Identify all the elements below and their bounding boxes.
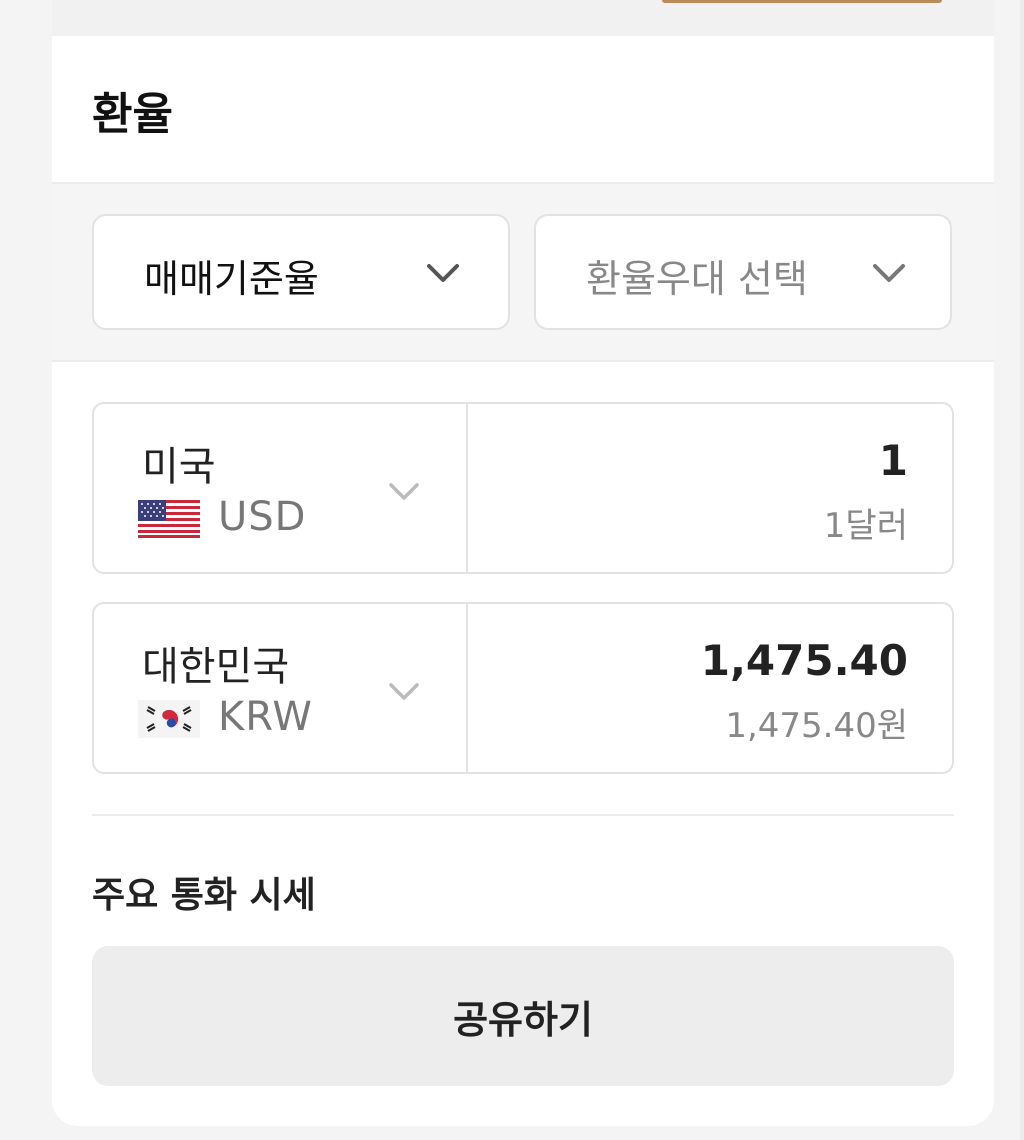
currency-select-from[interactable]: 미국 USD xyxy=(94,404,468,572)
currency-code: KRW xyxy=(218,694,313,740)
page-edge xyxy=(1020,0,1024,1140)
us-flag-icon xyxy=(138,500,200,538)
chevron-down-icon xyxy=(389,683,419,700)
kr-flag-icon xyxy=(138,700,200,738)
rate-type-label: 매매기준율 xyxy=(144,257,319,301)
currency-select-to[interactable]: 대한민국 KRW xyxy=(94,604,468,772)
preferential-rate-label: 환율우대 선택 xyxy=(586,257,808,301)
amount-text-from: 1달러 xyxy=(823,506,908,546)
top-image-edge xyxy=(662,0,942,3)
country-name: 대한민국 xyxy=(142,644,290,690)
card-header: 환율 xyxy=(52,36,994,184)
page-title: 환율 xyxy=(92,89,173,140)
currency-row-to: 대한민국 KRW 1,475.40 1,475.40원 xyxy=(92,602,954,774)
chevron-down-icon xyxy=(873,264,905,282)
section-divider xyxy=(92,814,954,816)
amount-text-to: 1,475.40원 xyxy=(725,706,908,746)
exchange-rate-card: 환율 매매기준율 환율우대 선택 미국 USD 1 1달러 대한민국 KRW 1… xyxy=(52,36,994,1126)
chevron-down-icon xyxy=(427,264,459,282)
share-button[interactable]: 공유하기 xyxy=(92,946,954,1086)
amount-input-to[interactable]: 1,475.40 xyxy=(701,636,908,685)
amount-input-from[interactable]: 1 xyxy=(879,436,908,485)
chevron-down-icon xyxy=(389,483,419,500)
filter-bar: 매매기준율 환율우대 선택 xyxy=(52,184,994,362)
top-content-strip xyxy=(52,0,994,36)
preferential-rate-select[interactable]: 환율우대 선택 xyxy=(534,214,952,330)
currency-row-from: 미국 USD 1 1달러 xyxy=(92,402,954,574)
country-name: 미국 xyxy=(142,444,216,490)
rate-type-select[interactable]: 매매기준율 xyxy=(92,214,510,330)
currency-code: USD xyxy=(218,494,307,540)
major-currency-title[interactable]: 주요 통화 시세 xyxy=(92,866,316,918)
